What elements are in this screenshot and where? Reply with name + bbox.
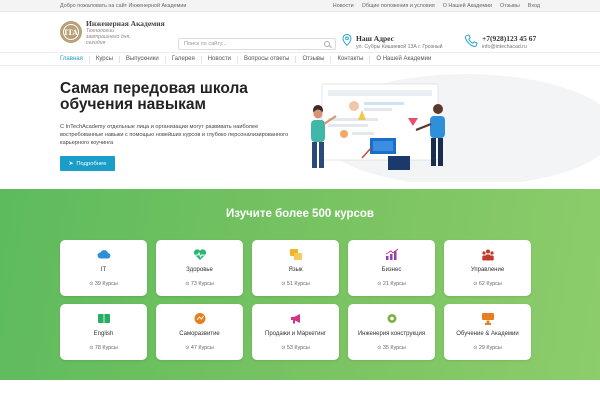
heart-pulse-icon — [193, 249, 207, 260]
nav-about[interactable]: О Нашей Академии — [370, 56, 437, 63]
search-icon[interactable] — [324, 41, 330, 47]
logo-tagline: Технологии завтрашнего дня, сегодня — [86, 27, 131, 46]
welcome-text: Добро пожаловать на сайт Инженерной Акад… — [60, 2, 187, 9]
phone-block: +7(928)123 45 67 info@intechacad.ru — [464, 34, 536, 50]
translate-icon — [290, 249, 302, 260]
nav-contacts[interactable]: Контакты — [331, 55, 371, 63]
course-count: 47 Курсы — [156, 345, 243, 351]
top-link-reviews[interactable]: Отзывы — [500, 3, 520, 9]
course-count: 39 Курсы — [60, 281, 147, 287]
course-card-sales-marketing[interactable]: Продажи и Маркетинг 53 Курсы — [252, 304, 339, 360]
hero-section: Самая передовая школа обучения навыкам С… — [0, 66, 600, 185]
details-button[interactable]: ➤ Подробнее — [60, 156, 115, 171]
gear-icon — [387, 314, 397, 323]
nav-gallery[interactable]: Галерея — [166, 55, 202, 63]
nav-reviews[interactable]: Отзывы — [296, 55, 332, 63]
search-placeholder: Поиск по сайту... — [184, 41, 227, 47]
course-card-self-development[interactable]: Саморазвитие 47 Курсы — [156, 304, 243, 360]
map-pin-icon — [342, 34, 352, 46]
hero-title: Самая передовая школа обучения навыкам — [60, 80, 248, 113]
nav-faq[interactable]: Вопросы ответы — [238, 55, 297, 63]
course-card-language[interactable]: Язык 51 Курсы — [252, 240, 339, 296]
logo-mark: ITA — [60, 21, 82, 43]
course-title: IT — [100, 267, 107, 273]
course-title: Обучение & Академии — [456, 331, 519, 337]
course-title: Саморазвитие — [179, 331, 220, 337]
presentation-icon — [482, 313, 494, 325]
arrow-circle-icon: ➤ — [68, 160, 74, 167]
course-title: English — [93, 331, 114, 337]
course-title: Здоровье — [186, 267, 213, 273]
hero-illustration — [311, 74, 600, 182]
course-count: 21 Курсы — [348, 281, 435, 287]
course-card-management[interactable]: Управление 62 Курсы — [444, 240, 531, 296]
top-link-about[interactable]: О Нашей Академии — [443, 3, 492, 9]
search-input[interactable]: Поиск по сайту... — [178, 38, 336, 50]
nav-news[interactable]: Новости — [202, 55, 238, 63]
address-block: Наш Адрес ул. Субры Кишиевой 13А г. Гроз… — [342, 34, 443, 50]
course-count: 62 Курсы — [444, 281, 531, 287]
course-title: Продажи и Маркетинг — [265, 331, 326, 337]
nav-courses[interactable]: Курсы — [90, 55, 120, 63]
course-count: 78 Курсы — [60, 345, 147, 351]
course-count: 73 Курсы — [156, 281, 243, 287]
phone-number[interactable]: +7(928)123 45 67 — [482, 34, 536, 43]
header: ITA Инженерная Академия Технологии завтр… — [0, 12, 600, 52]
address-title: Наш Адрес — [356, 34, 394, 43]
course-card-english[interactable]: English 78 Курсы — [60, 304, 147, 360]
course-card-it[interactable]: IT 39 Курсы — [60, 240, 147, 296]
course-count: 29 Курсы — [444, 345, 531, 351]
top-bar: Добро пожаловать на сайт Инженерной Акад… — [0, 0, 600, 12]
course-card-business[interactable]: Бизнес 21 Курсы — [348, 240, 435, 296]
email-link[interactable]: info@intechacad.ru — [482, 44, 536, 50]
phone-icon — [465, 34, 478, 47]
course-count: 35 Курсы — [348, 345, 435, 351]
logo-mark-text: ITA — [63, 24, 79, 40]
courses-section: Изучите более 500 курсов IT 39 Курсы Здо… — [0, 189, 600, 380]
logo-title: Инженерная Академия — [86, 18, 165, 28]
nav-graduates[interactable]: Выпускники — [120, 55, 166, 63]
course-card-engineering[interactable]: Инженерия конструкция 35 Курсы — [348, 304, 435, 360]
details-button-label: Подробнее — [76, 160, 107, 167]
course-card-academies[interactable]: Обучение & Академии 29 Курсы — [444, 304, 531, 360]
logo[interactable]: ITA Инженерная Академия Технологии завтр… — [60, 19, 176, 46]
main-nav: Главная Курсы Выпускники Галерея Новости… — [0, 52, 600, 66]
course-card-health[interactable]: Здоровье 73 Курсы — [156, 240, 243, 296]
course-title: Инженерия конструкция — [357, 331, 426, 337]
page-bottom — [0, 380, 600, 400]
cloud-icon — [97, 250, 111, 259]
chart-icon — [385, 248, 399, 260]
top-link-terms[interactable]: Общие положения и условия — [362, 3, 435, 9]
growth-icon — [194, 313, 206, 324]
hero-description: С InTechAcademy отдельные лица и организ… — [60, 124, 289, 146]
team-icon — [482, 249, 494, 261]
course-count: 51 Курсы — [252, 281, 339, 287]
top-link-login[interactable]: Вход — [528, 3, 540, 9]
top-link-news[interactable]: Новости — [333, 3, 354, 9]
megaphone-icon — [291, 314, 300, 324]
course-title: Бизнес — [381, 267, 402, 273]
course-title: Язык — [288, 267, 303, 273]
course-count: 53 Курсы — [252, 345, 339, 351]
nav-home[interactable]: Главная — [60, 55, 90, 63]
address-value: ул. Субры Кишиевой 13А г. Грозный — [356, 44, 443, 50]
top-links: Новости Общие положения и условия О Наше… — [333, 3, 540, 9]
courses-heading: Изучите более 500 курсов — [226, 208, 374, 220]
course-title: Управление — [470, 267, 505, 273]
book-icon — [98, 314, 110, 323]
